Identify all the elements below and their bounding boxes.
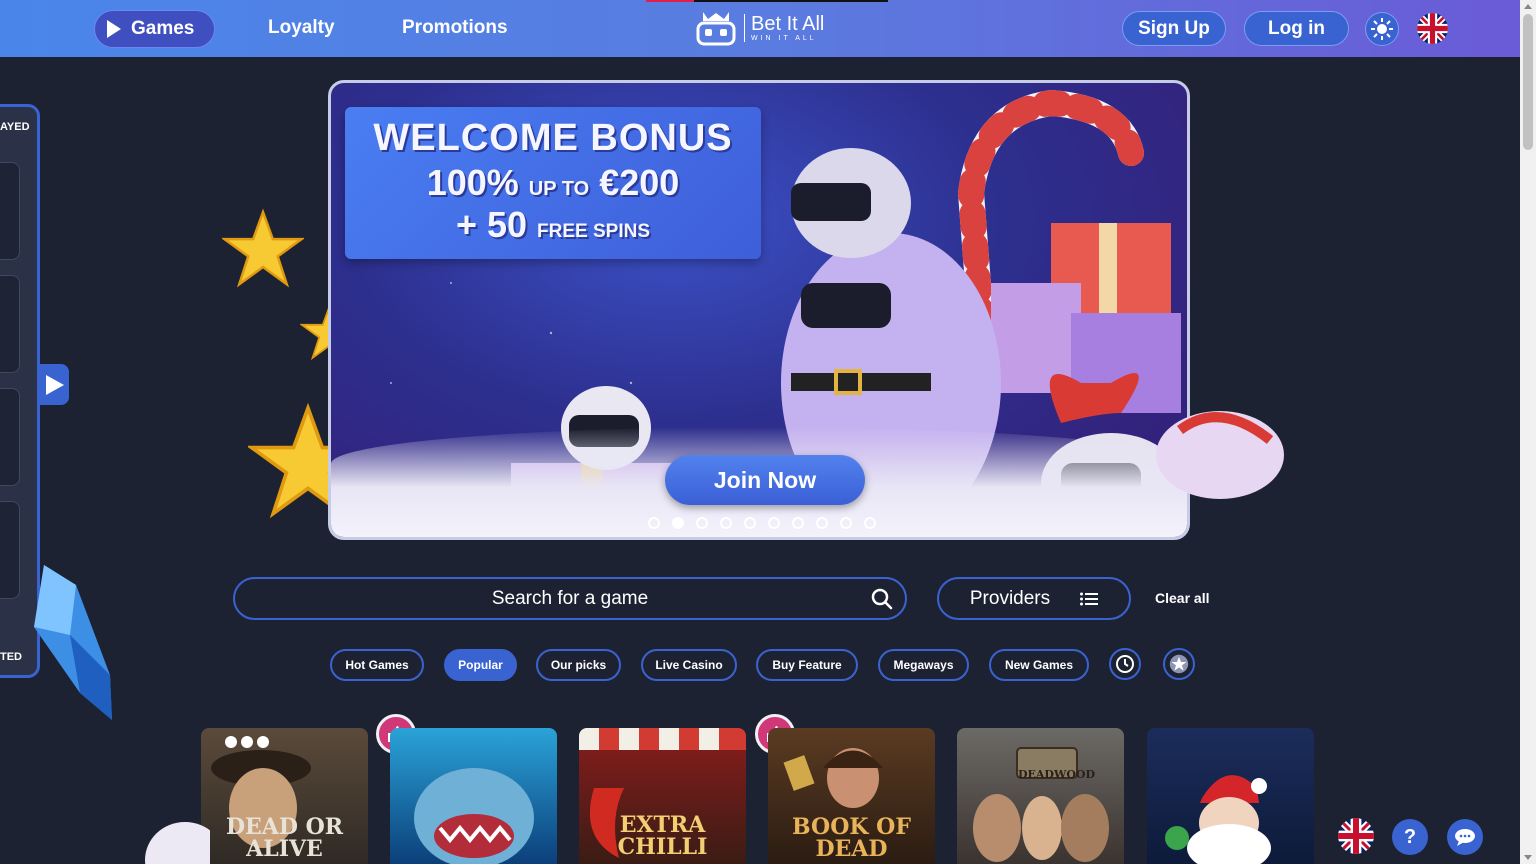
bonus-max: €200 (599, 162, 680, 203)
carousel-dot[interactable] (648, 517, 660, 529)
sun-icon (1371, 18, 1393, 40)
nav-games-label: Games (131, 18, 195, 39)
bonus-up-to: UP TO (528, 178, 590, 200)
join-now-button[interactable]: Join Now (665, 455, 865, 505)
carousel-dot[interactable] (696, 517, 708, 529)
favorites-star-icon (1169, 654, 1189, 674)
providers-filter-button[interactable]: Providers (937, 577, 1131, 620)
site-logo[interactable]: Bet It All WIN IT ALL (696, 10, 824, 46)
game-tile-deadwood[interactable]: DEADWOOD (957, 728, 1124, 864)
bonus-amount-line: 100% UP TO €200 (345, 162, 761, 204)
log-in-button[interactable]: Log in (1244, 11, 1349, 46)
carousel-dots (648, 517, 876, 529)
side-game-slot[interactable] (0, 501, 20, 599)
loading-progress-bar (646, 0, 888, 2)
clear-all-link[interactable]: Clear all (1155, 590, 1209, 606)
history-icon (1116, 655, 1134, 673)
game-tile-shark[interactable] (390, 728, 557, 864)
side-game-slot[interactable] (0, 388, 20, 486)
scroll-up-icon[interactable] (1524, 4, 1532, 9)
category-live-casino[interactable]: Live Casino (641, 649, 737, 681)
game-title: DEAD OR ALIVE (225, 814, 344, 862)
bonus-title: WELCOME BONUS (373, 117, 733, 159)
category-popular[interactable]: Popular (444, 649, 517, 681)
bonus-free-spins: FREE SPINS (537, 221, 651, 242)
arrow-right-icon (45, 374, 64, 395)
category-megaways[interactable]: Megaways (878, 649, 969, 681)
play-icon (107, 20, 121, 38)
uk-flag-icon[interactable] (1417, 13, 1448, 44)
game-tile-book-of-dead[interactable]: BOOK OF DEAD (768, 728, 935, 864)
top-navbar: Games Loyalty Promotions Bet It All WIN … (0, 0, 1520, 57)
crystal-decoration-icon (34, 565, 112, 720)
scroll-down-icon[interactable] (1524, 855, 1532, 860)
favorites-button[interactable] (1163, 648, 1195, 680)
game-art (414, 768, 534, 864)
star-decoration-icon (222, 208, 304, 288)
category-hot-games[interactable]: Hot Games (330, 649, 424, 681)
game-title: EXTRA CHILLI (617, 812, 708, 860)
game-art (973, 747, 1109, 862)
filter-list-icon (1080, 592, 1099, 605)
providers-label: Providers (969, 587, 1051, 609)
uk-flag-icon[interactable] (1338, 818, 1374, 854)
side-panel-top-label: AYED (0, 121, 30, 133)
search-icon[interactable] (871, 588, 893, 610)
side-panel-bottom-label: TED (0, 651, 22, 663)
bonus-spins-line: + 50 FREE SPINS (345, 204, 761, 246)
carousel-dot[interactable] (720, 517, 732, 529)
category-new-games[interactable]: New Games (989, 649, 1089, 681)
game-search-input[interactable]: Search for a game (233, 577, 907, 620)
scrollbar-thumb[interactable] (1523, 14, 1533, 150)
game-tile-dead-or-alive[interactable]: DEAD OR ALIVE (201, 728, 368, 864)
history-button[interactable] (1109, 648, 1141, 680)
game-title: BOOK OF DEAD (792, 814, 911, 862)
carousel-dot[interactable] (744, 517, 756, 529)
carousel-dot[interactable] (864, 517, 876, 529)
carousel-dot-active[interactable] (672, 517, 684, 529)
carousel-dot[interactable] (792, 517, 804, 529)
sign-up-button[interactable]: Sign Up (1122, 11, 1226, 46)
game-title: DEADWOOD (1017, 768, 1096, 781)
carousel-dot[interactable] (768, 517, 780, 529)
category-our-picks[interactable]: Our picks (536, 649, 621, 681)
carousel-dot[interactable] (840, 517, 852, 529)
welcome-bonus-box: WELCOME BONUS 100% UP TO €200 + 50 FREE … (345, 107, 761, 259)
carousel-dot[interactable] (816, 517, 828, 529)
bonus-spins-count: + 50 (455, 204, 528, 245)
game-tile-santa[interactable] (1147, 728, 1314, 864)
nav-promotions-link[interactable]: Promotions (402, 17, 508, 39)
candy-decoration-icon (1156, 411, 1284, 499)
side-game-slot[interactable] (0, 275, 20, 373)
robot-crown-logo-icon (696, 12, 736, 46)
snowball-decoration-icon (145, 822, 210, 864)
category-buy-feature[interactable]: Buy Feature (756, 649, 858, 681)
page-scrollbar[interactable] (1520, 0, 1536, 864)
promo-banner-carousel[interactable]: WELCOME BONUS 100% UP TO €200 + 50 FREE … (328, 80, 1190, 540)
search-placeholder: Search for a game (491, 587, 649, 609)
game-art (1165, 775, 1271, 864)
chat-icon (1455, 829, 1475, 846)
logo-title: Bet It All (751, 13, 825, 35)
chat-button[interactable] (1447, 819, 1483, 855)
nav-games-button[interactable]: Games (94, 10, 215, 48)
side-game-slot[interactable] (0, 162, 20, 260)
nav-loyalty-link[interactable]: Loyalty (268, 17, 335, 39)
theme-toggle-button[interactable] (1365, 12, 1399, 46)
help-button[interactable]: ? (1392, 819, 1428, 855)
help-icon: ? (1403, 825, 1417, 848)
bonus-percent: 100% (426, 162, 519, 203)
game-tile-extra-chilli[interactable]: EXTRA CHILLI (579, 728, 746, 864)
side-panel-toggle-button[interactable] (40, 364, 69, 405)
logo-tagline: WIN IT ALL (751, 35, 817, 42)
